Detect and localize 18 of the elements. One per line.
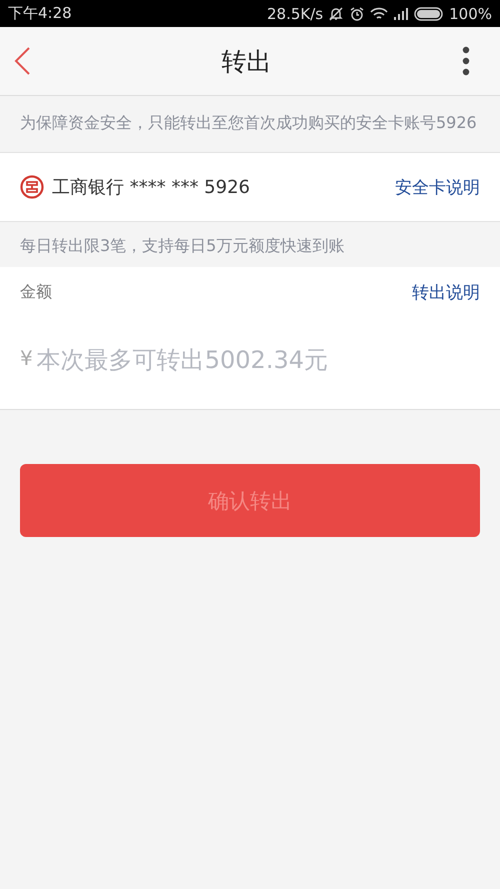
- transfer-info-link[interactable]: 转出说明: [412, 281, 480, 304]
- battery-icon: [414, 6, 444, 20]
- bank-card-name: 工商银行 **** *** 5926: [52, 176, 251, 199]
- more-icon[interactable]: [462, 46, 470, 76]
- back-icon[interactable]: [13, 46, 31, 76]
- mute-bell-icon: [328, 6, 344, 22]
- limit-note: 每日转出限3笔，支持每日5万元额度快速到账: [19, 235, 346, 257]
- status-time: 下午4:28: [8, 4, 72, 23]
- battery-level: 100%: [449, 4, 492, 22]
- bank-logo-icon: [20, 175, 44, 199]
- wifi-icon: [370, 6, 388, 20]
- amount-label: 金额: [20, 282, 52, 303]
- network-speed: 28.5K/s: [267, 4, 324, 22]
- currency-sign: ¥: [20, 346, 33, 370]
- security-card-link[interactable]: 安全卡说明: [395, 176, 480, 198]
- page-title: 转出: [222, 46, 272, 78]
- alarm-icon: [349, 6, 366, 22]
- signal-icon: [393, 8, 410, 20]
